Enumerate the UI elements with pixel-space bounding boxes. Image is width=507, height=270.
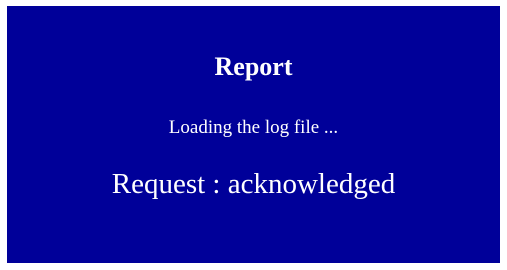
- request-status: Request : acknowledged: [111, 168, 396, 200]
- loading-status: Loading the log file ...: [168, 117, 339, 138]
- report-panel: Report Loading the log file ... Request …: [7, 6, 500, 263]
- report-title: Report: [214, 52, 293, 81]
